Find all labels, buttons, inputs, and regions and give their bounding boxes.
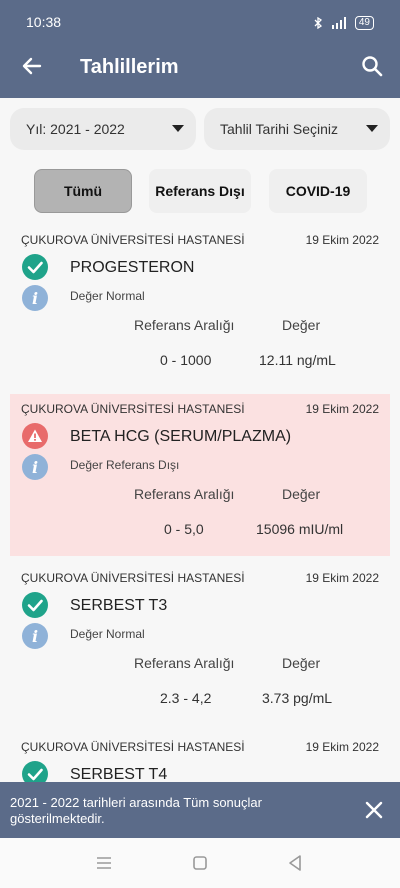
result-status: Değer Referans Dışı	[70, 458, 180, 472]
back-triangle-icon[interactable]	[285, 853, 305, 873]
reference-header: Referans Aralığı	[134, 486, 235, 502]
check-icon	[22, 254, 48, 280]
hospital-name: ÇUKUROVA ÜNİVERSİTESİ HASTANESİ	[21, 571, 245, 585]
date-dropdown-label: Tahlil Tarihi Seçiniz	[220, 121, 339, 137]
result-date: 19 Ekim 2022	[305, 571, 379, 585]
snackbar: 2021 - 2022 tarihleri arasında Tüm sonuç…	[0, 782, 400, 838]
value-header: Değer	[282, 655, 321, 671]
search-icon[interactable]	[360, 54, 384, 78]
result-value: 12.11 ng/mL	[259, 352, 336, 368]
tab-out-of-range[interactable]: Referans Dışı	[149, 169, 251, 213]
result-date: 19 Ekim 2022	[305, 402, 379, 416]
hospital-name: ÇUKUROVA ÜNİVERSİTESİ HASTANESİ	[21, 402, 245, 416]
check-icon	[22, 592, 48, 618]
result-status: Değer Normal	[70, 289, 145, 303]
result-date: 19 Ekim 2022	[305, 740, 379, 754]
info-icon[interactable]: i	[22, 454, 48, 480]
menu-icon[interactable]	[94, 853, 114, 873]
result-status: Değer Normal	[70, 627, 145, 641]
caret-down-icon	[366, 125, 378, 132]
filter-tabs: Tümü Referans Dışı COVID-19	[0, 169, 400, 213]
status-icons: 49	[313, 16, 374, 30]
date-dropdown[interactable]: Tahlil Tarihi Seçiniz	[204, 108, 390, 150]
info-icon[interactable]: i	[22, 623, 48, 649]
results-list[interactable]: ÇUKUROVA ÜNİVERSİTESİ HASTANESİ 19 Ekim …	[0, 225, 400, 782]
warning-icon	[22, 423, 48, 449]
year-dropdown-label: Yıl: 2021 - 2022	[26, 121, 125, 137]
result-card-out-of-range[interactable]: ÇUKUROVA ÜNİVERSİTESİ HASTANESİ 19 Ekim …	[10, 394, 390, 556]
signal-icon	[331, 17, 346, 29]
test-name: BETA HCG (SERUM/PLAZMA)	[70, 428, 292, 445]
reference-range: 2.3 - 4,2	[160, 690, 212, 706]
hospital-name: ÇUKUROVA ÜNİVERSİTESİ HASTANESİ	[21, 740, 245, 754]
value-header: Değer	[282, 317, 321, 333]
app-bar: Tahlillerim	[0, 36, 400, 98]
status-time: 10:38	[26, 14, 62, 30]
reference-header: Referans Aralığı	[134, 317, 235, 333]
result-card[interactable]: ÇUKUROVA ÜNİVERSİTESİ HASTANESİ 19 Ekim …	[10, 225, 390, 387]
snackbar-message: 2021 - 2022 tarihleri arasında Tüm sonuç…	[10, 795, 262, 826]
reference-range: 0 - 5,0	[164, 521, 204, 537]
year-dropdown[interactable]: Yıl: 2021 - 2022	[10, 108, 196, 150]
result-card[interactable]: ÇUKUROVA ÜNİVERSİTESİ HASTANESİ 19 Ekim …	[10, 732, 390, 782]
arrow-left-icon[interactable]	[20, 54, 44, 78]
caret-down-icon	[172, 125, 184, 132]
result-value: 3.73 pg/mL	[262, 690, 333, 706]
info-icon[interactable]: i	[22, 285, 48, 311]
system-nav-bar	[0, 838, 400, 888]
bluetooth-icon	[314, 17, 322, 29]
reference-header: Referans Aralığı	[134, 655, 235, 671]
result-date: 19 Ekim 2022	[305, 233, 379, 247]
tab-covid[interactable]: COVID-19	[269, 169, 367, 213]
test-name: PROGESTERON	[70, 259, 195, 276]
test-name: SERBEST T3	[70, 597, 168, 614]
status-bar: 10:38 49	[0, 0, 400, 36]
close-icon[interactable]	[364, 800, 384, 820]
value-header: Değer	[282, 486, 321, 502]
result-card[interactable]: ÇUKUROVA ÜNİVERSİTESİ HASTANESİ 19 Ekim …	[10, 563, 390, 725]
result-value: 15096 mIU/ml	[256, 521, 344, 537]
check-icon	[22, 761, 48, 782]
battery-icon: 49	[354, 16, 374, 30]
page-title: Tahlillerim	[80, 56, 179, 78]
test-name: SERBEST T4	[70, 766, 168, 782]
reference-range: 0 - 1000	[160, 352, 212, 368]
tab-all[interactable]: Tümü	[34, 169, 132, 213]
filter-bar: Yıl: 2021 - 2022 Tahlil Tarihi Seçiniz	[10, 108, 390, 150]
home-icon[interactable]	[190, 853, 210, 873]
hospital-name: ÇUKUROVA ÜNİVERSİTESİ HASTANESİ	[21, 233, 245, 247]
